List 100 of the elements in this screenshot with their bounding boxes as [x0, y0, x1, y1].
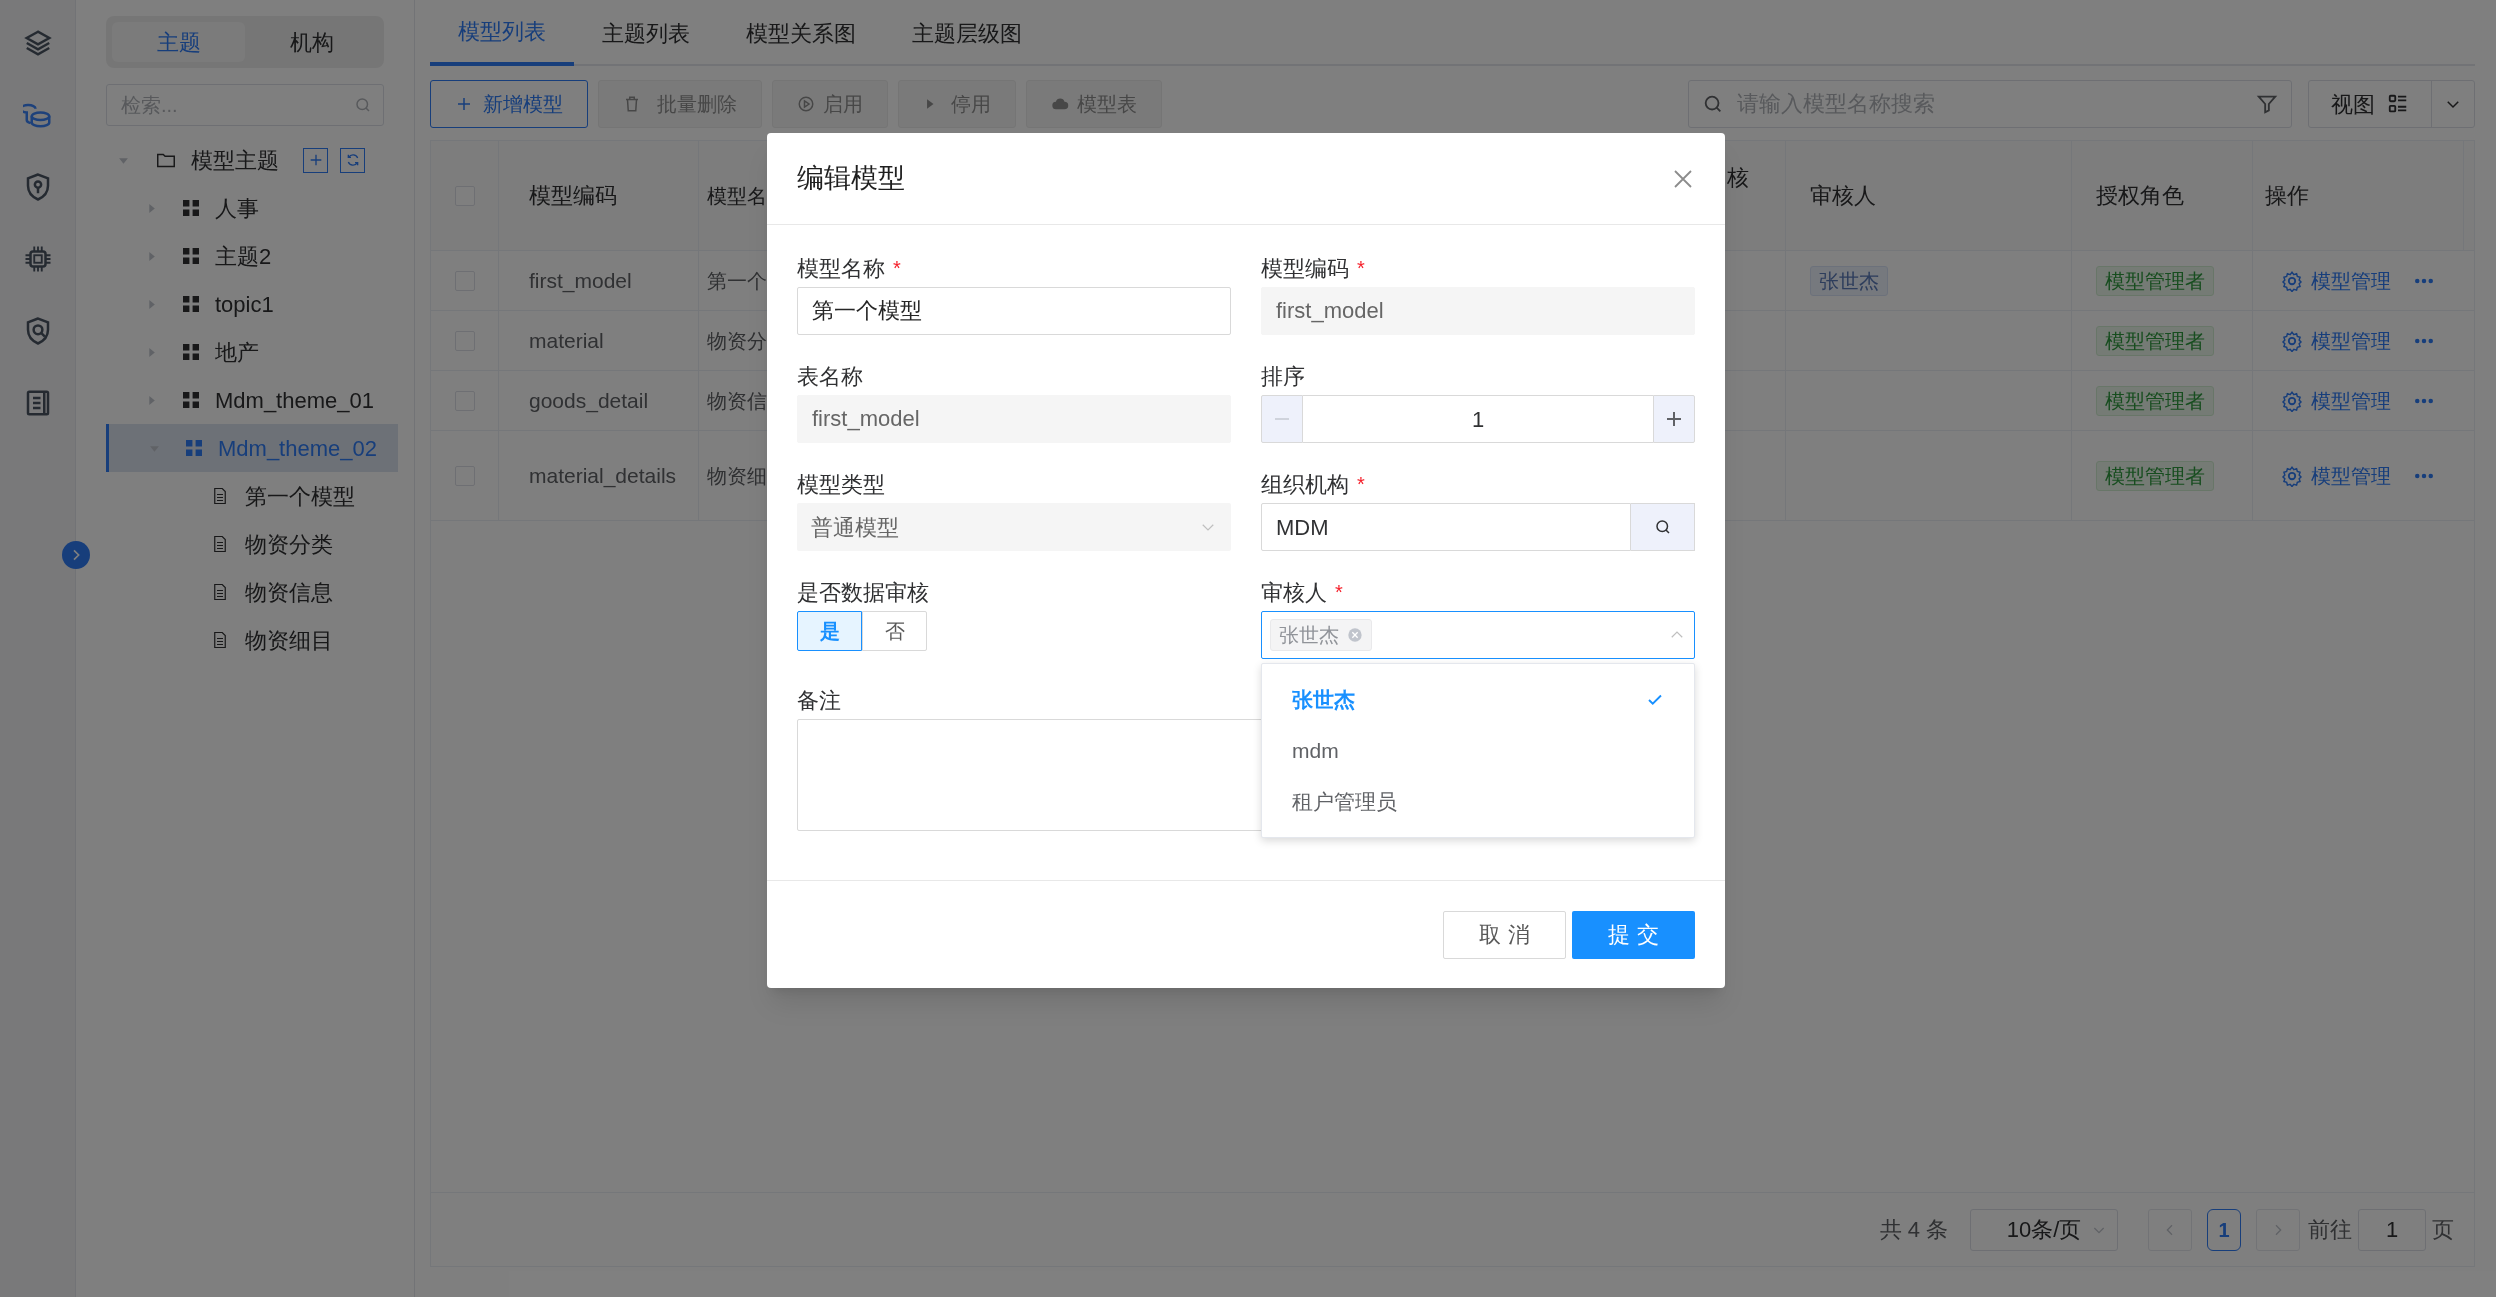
more-icon[interactable]: [2415, 397, 2433, 404]
org-field[interactable]: MDM: [1261, 503, 1631, 551]
table-cell-text: material_details: [529, 462, 677, 490]
table-cell-text: first_model: [529, 267, 632, 295]
table-cell-text: 物资信: [707, 388, 767, 414]
caret-right-icon[interactable]: [146, 202, 157, 214]
toolbar-button[interactable]: 新增模型: [430, 80, 588, 128]
tree-item[interactable]: 地产: [106, 328, 398, 376]
column-header: 模型名: [707, 183, 767, 209]
play-circle-icon: [797, 95, 815, 113]
role-tag: 模型管理者: [2096, 325, 2214, 356]
caret-right-icon[interactable]: [146, 346, 157, 358]
layers-icon[interactable]: [22, 28, 53, 58]
gear-icon: [2281, 389, 2303, 412]
tab[interactable]: 主题层级图: [884, 0, 1050, 66]
tree-item[interactable]: 人事: [106, 184, 398, 232]
plus-icon: [455, 95, 473, 113]
panel-tab[interactable]: 主题: [112, 22, 245, 62]
panel-tab[interactable]: 机构: [245, 22, 378, 62]
search-icon: [354, 96, 372, 114]
document-icon: [211, 486, 229, 506]
manage-link[interactable]: 模型管理: [2281, 385, 2391, 416]
tree-item[interactable]: 物资信息: [245, 575, 333, 609]
required-mark: *: [893, 256, 901, 281]
tree-item[interactable]: Mdm_theme_01: [106, 376, 398, 424]
column-header: 授权角色: [2096, 182, 2184, 210]
text-field[interactable]: 第一个模型: [797, 287, 1231, 335]
field-label: 模型编码: [1261, 254, 1349, 283]
role-tag: 模型管理者: [2096, 385, 2214, 416]
number-input[interactable]: 1: [1303, 395, 1653, 443]
grid-icon: [183, 248, 199, 264]
dropdown-option[interactable]: 张世杰: [1262, 674, 1694, 725]
required-mark: *: [1357, 472, 1365, 497]
more-icon[interactable]: [2415, 337, 2433, 344]
field-label: 表名称: [797, 362, 863, 391]
manage-link[interactable]: 模型管理: [2281, 460, 2391, 491]
dialog-title: 编辑模型: [797, 162, 905, 196]
column-header: 核: [1727, 165, 1749, 190]
toggle-option[interactable]: 否: [862, 611, 927, 651]
tree-item[interactable]: topic1: [106, 280, 398, 328]
reviewer-tag: 张世杰: [1270, 619, 1372, 651]
dropdown-option[interactable]: mdm: [1262, 725, 1694, 776]
grid-icon: [183, 344, 199, 360]
column-header: 审核人: [1810, 182, 1876, 210]
tree-item[interactable]: 第一个模型: [245, 479, 355, 513]
caret-right-icon[interactable]: [146, 394, 157, 406]
page-size-select[interactable]: 10条/页: [1970, 1208, 2118, 1251]
column-header: 操作: [2265, 182, 2309, 210]
field-label: 模型名称: [797, 254, 885, 283]
document-icon: [211, 534, 229, 554]
tree-root-row[interactable]: 模型主题: [106, 136, 384, 184]
table-cell-text: 第一个: [707, 268, 767, 294]
tree-item[interactable]: 物资分类: [245, 527, 333, 561]
reviewer-select[interactable]: 张世杰: [1261, 611, 1695, 659]
manage-link[interactable]: 模型管理: [2281, 265, 2391, 296]
caret-right-icon[interactable]: [146, 298, 157, 310]
field-label: 模型类型: [797, 470, 885, 499]
filter-icon[interactable]: [2256, 93, 2278, 115]
field-label: 备注: [797, 686, 841, 715]
dropdown-option[interactable]: 租户管理员: [1262, 776, 1694, 827]
tree-item[interactable]: 模型主题: [191, 143, 279, 177]
close-icon[interactable]: [1347, 627, 1363, 643]
next-page-button[interactable]: [2256, 1208, 2300, 1251]
tab[interactable]: 模型关系图: [718, 0, 884, 66]
more-icon[interactable]: [2415, 277, 2433, 284]
goto-label: 前往: [2308, 1216, 2352, 1244]
submit-button[interactable]: 提 交: [1572, 910, 1695, 959]
tab[interactable]: 模型列表: [430, 0, 574, 66]
page-input[interactable]: 1: [2358, 1208, 2426, 1251]
field-label: 排序: [1261, 362, 1305, 391]
search-icon: [1702, 93, 1724, 115]
increment-button[interactable]: [1653, 395, 1695, 443]
grid-icon: [183, 392, 199, 408]
search-icon: [1653, 518, 1672, 536]
cancel-button[interactable]: 取 消: [1443, 910, 1566, 959]
column-header: 模型编码: [529, 182, 617, 210]
toggle-option[interactable]: 是: [797, 611, 862, 651]
plus-icon: [1667, 412, 1681, 426]
table-cell-text: goods_detail: [529, 387, 649, 415]
manage-link[interactable]: 模型管理: [2281, 325, 2391, 356]
trash-icon: [623, 95, 641, 113]
required-mark: *: [1335, 580, 1343, 605]
expand-button[interactable]: [62, 541, 90, 569]
gear-icon: [2281, 329, 2303, 352]
document-icon: [211, 630, 229, 650]
refresh-button[interactable]: [340, 147, 365, 173]
more-icon[interactable]: [2415, 472, 2433, 479]
total-count: 共 4 条: [1879, 1216, 1948, 1244]
page-button[interactable]: 1: [2207, 1208, 2241, 1251]
search-button[interactable]: [1631, 503, 1695, 551]
tree-item[interactable]: 物资细目: [245, 623, 333, 657]
tab[interactable]: 主题列表: [574, 0, 718, 66]
role-tag: 模型管理者: [2096, 265, 2214, 296]
page-suffix: 页: [2432, 1216, 2454, 1244]
grid-icon: [186, 440, 202, 456]
field-label: 审核人: [1261, 578, 1327, 607]
caret-right-icon[interactable]: [146, 250, 157, 262]
previous-page-button[interactable]: [2148, 1208, 2192, 1251]
add-button[interactable]: [303, 147, 328, 173]
tree-item[interactable]: 主题2: [106, 232, 398, 280]
